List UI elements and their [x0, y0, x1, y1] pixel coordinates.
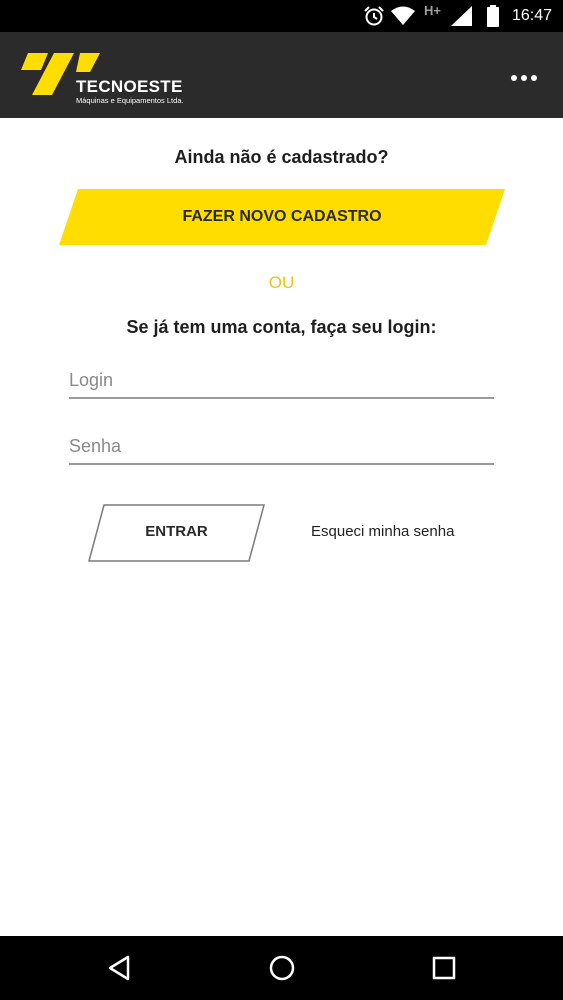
register-heading: Ainda não é cadastrado? — [174, 147, 389, 167]
logo-subtitle: Máquinas e Equipamentos Ltda. — [76, 96, 184, 105]
recents-square-icon — [432, 956, 456, 980]
overflow-menu-button[interactable] — [509, 70, 539, 86]
app-bar: TECNOESTE Máquinas e Equipamentos Ltda. — [0, 32, 563, 118]
logo-name: TECNOESTE — [76, 77, 183, 96]
forgot-password-link[interactable]: Esqueci minha senha — [311, 523, 454, 540]
login-submit-button[interactable]: ENTRAR — [88, 504, 265, 562]
back-triangle-icon — [108, 955, 130, 981]
register-button-label: FAZER NOVO CADASTRO — [182, 208, 382, 225]
home-button[interactable] — [268, 954, 296, 982]
login-submit-label: ENTRAR — [145, 523, 208, 540]
password-input[interactable] — [69, 429, 494, 465]
wifi-icon — [391, 6, 415, 31]
home-circle-icon — [269, 955, 295, 981]
system-nav-bar — [0, 936, 563, 1000]
recents-button[interactable] — [430, 954, 458, 982]
cellular-signal-icon — [451, 6, 472, 31]
status-time: 16:47 — [511, 7, 552, 24]
tecnoeste-logo: TECNOESTE Máquinas e Equipamentos Ltda. — [20, 52, 210, 105]
network-type: H+ — [424, 3, 441, 18]
back-button[interactable] — [106, 954, 134, 982]
login-heading: Se já tem uma conta, faça seu login: — [126, 317, 437, 337]
register-button[interactable]: FAZER NOVO CADASTRO — [59, 189, 505, 245]
login-input[interactable] — [69, 363, 494, 399]
alarm-icon — [363, 5, 385, 32]
status-bar: H+ 16:47 — [0, 0, 563, 32]
or-divider: OU — [268, 273, 295, 292]
battery-icon — [486, 5, 500, 32]
more-horizontal-icon — [511, 75, 537, 81]
